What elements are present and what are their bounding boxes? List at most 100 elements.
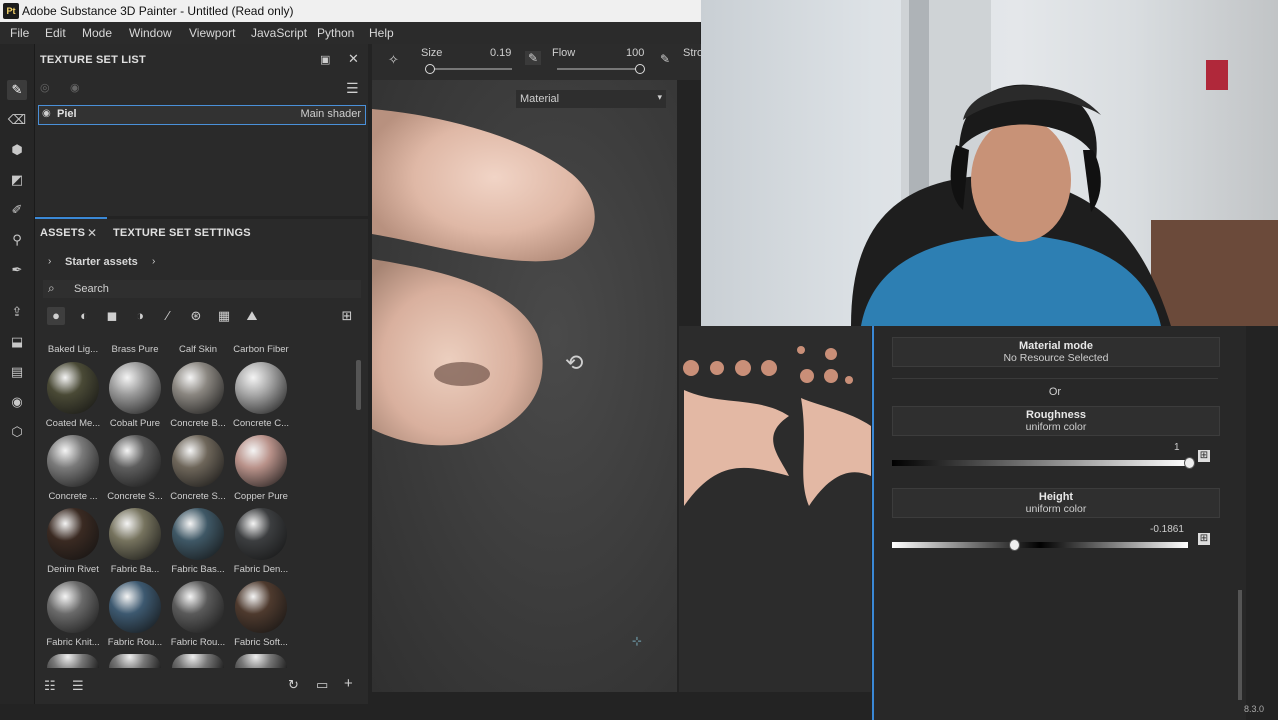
mask-filter-icon[interactable]: ◼	[103, 307, 121, 325]
roughness-sub: uniform color	[1025, 421, 1087, 433]
color-picker-icon[interactable]: ✒	[7, 260, 27, 280]
sort-icon[interactable]: ☰	[72, 678, 84, 694]
camera-settings-icon[interactable]: ◉	[7, 392, 27, 412]
flow-slider[interactable]	[557, 64, 645, 74]
menu-edit[interactable]: Edit	[45, 26, 66, 40]
breadcrumb[interactable]: Starter assets	[65, 256, 138, 268]
asset-item[interactable]: Concrete S...	[167, 435, 227, 507]
asset-item[interactable]: Fabric Knit...	[42, 581, 102, 653]
eye-icon[interactable]: ◉	[42, 108, 51, 119]
asset-item[interactable]: Cobalt Pure	[104, 362, 164, 434]
viewport-3d[interactable]: ⟲ ⊹	[372, 44, 677, 692]
texture-set-row[interactable]: ◉ Piel Main shader	[38, 105, 366, 125]
environment-filter-icon[interactable]: ⛰	[243, 307, 261, 325]
viewport-mode-select[interactable]: Material ▾	[516, 90, 666, 108]
material-filter-icon[interactable]: ●	[47, 307, 65, 325]
roughness-value[interactable]: 1	[1174, 442, 1180, 453]
asset-label[interactable]: Baked Lig...	[42, 344, 104, 355]
refresh-icon[interactable]: ↻	[288, 677, 299, 693]
menu-python[interactable]: Python	[317, 26, 354, 40]
resource-link-icon[interactable]: ⊞	[1198, 533, 1210, 545]
asset-label[interactable]: Brass Pure	[104, 344, 166, 355]
asset-label[interactable]: Calf Skin	[167, 344, 229, 355]
export-icon[interactable]: ⇪	[7, 302, 27, 322]
roughness-slider[interactable]	[892, 457, 1195, 469]
asset-item[interactable]: Copper Pure	[230, 435, 290, 507]
grid-view-icon[interactable]: ⊞	[338, 307, 356, 325]
asset-item[interactable]: Concrete C...	[230, 362, 290, 434]
asset-item[interactable]: Fabric Den...	[230, 508, 290, 580]
asset-item[interactable]: Concrete S...	[104, 435, 164, 507]
asset-item[interactable]: Fabric Soft...	[230, 581, 290, 653]
material-sphere	[235, 435, 287, 487]
paint-brush-icon[interactable]: ✎	[7, 80, 27, 100]
size-slider-thumb[interactable]	[424, 64, 435, 74]
shelf-icon[interactable]: ⬡	[7, 422, 27, 442]
asset-item[interactable]: Denim Rivet	[42, 508, 102, 580]
display-settings-icon[interactable]: ▤	[7, 362, 27, 382]
rotate-gizmo-icon[interactable]: ⟲	[565, 350, 583, 376]
flow-pressure-icon[interactable]: ✎	[660, 52, 670, 66]
close-icon[interactable]: ✕	[348, 51, 359, 67]
pen-pressure-icon[interactable]: ✎	[525, 51, 542, 65]
flow-slider-thumb[interactable]	[635, 64, 645, 74]
material-mode-box[interactable]: Material mode No Resource Selected	[892, 337, 1220, 367]
asset-item[interactable]: Fabric Bas...	[167, 508, 227, 580]
height-value[interactable]: -0.1861	[1150, 524, 1184, 535]
menu-help[interactable]: Help	[369, 26, 394, 40]
eraser-icon[interactable]: ⌫	[7, 110, 27, 130]
asset-item[interactable]: Fabric Ba...	[104, 508, 164, 580]
undock-icon[interactable]: ▣	[320, 53, 330, 66]
projection-icon[interactable]: ⬢	[7, 140, 27, 160]
smart-material-filter-icon[interactable]: ◐	[75, 307, 93, 325]
asset-item[interactable]: Concrete ...	[42, 435, 102, 507]
folder-icon[interactable]: ▭	[316, 677, 328, 693]
menu-mode[interactable]: Mode	[82, 26, 112, 40]
roughness-box[interactable]: Roughness uniform color	[892, 406, 1220, 436]
asset-item[interactable]: Fabric Rou...	[167, 581, 227, 653]
chevron-left-icon[interactable]: ›	[48, 256, 51, 267]
size-slider[interactable]	[424, 64, 512, 74]
height-slider[interactable]	[892, 539, 1188, 551]
texture-set-name: Piel	[57, 108, 77, 120]
tab-assets[interactable]: ASSETS	[40, 227, 85, 239]
asset-label[interactable]: Carbon Fiber	[230, 344, 292, 355]
brush-icon[interactable]: ✧	[388, 52, 399, 68]
or-label: Or	[1048, 386, 1062, 398]
tab-active-indicator	[35, 217, 107, 219]
hamburger-menu-icon[interactable]: ☰	[346, 80, 359, 97]
add-icon[interactable]: +	[344, 675, 353, 692]
asset-item[interactable]: Fabric Rou...	[104, 581, 164, 653]
texture-filter-icon[interactable]: ▦	[215, 307, 233, 325]
tab-close-icon[interactable]: ✕	[87, 226, 97, 240]
viewport-2d[interactable]	[679, 326, 871, 692]
roughness-slider-thumb[interactable]	[1184, 457, 1195, 469]
smudge-icon[interactable]: ✐	[7, 200, 27, 220]
asset-item[interactable]: Coated Me...	[42, 362, 102, 434]
size-value[interactable]: 0.19	[490, 47, 511, 59]
asset-item[interactable]: Concrete B...	[167, 362, 227, 434]
smart-mask-filter-icon[interactable]: ◑	[131, 307, 149, 325]
brush-filter-icon[interactable]: ⁄	[159, 307, 177, 325]
geometry-mask-icon[interactable]: ◩	[7, 170, 27, 190]
clone-stamp-icon[interactable]: ⚲	[7, 230, 27, 250]
menu-file[interactable]: File	[10, 26, 29, 40]
chevron-right-icon[interactable]: ›	[152, 256, 155, 267]
search-input[interactable]: ⌕ Search	[43, 280, 361, 298]
tab-texture-set-settings[interactable]: TEXTURE SET SETTINGS	[113, 227, 251, 239]
flow-value[interactable]: 100	[626, 47, 644, 59]
menu-viewport[interactable]: Viewport	[189, 26, 235, 40]
filter-list-icon[interactable]: ☷	[44, 678, 56, 694]
height-slider-thumb[interactable]	[1009, 539, 1021, 551]
height-box[interactable]: Height uniform color	[892, 488, 1220, 518]
properties-scrollbar[interactable]	[1238, 590, 1242, 700]
resource-link-icon[interactable]: ⊞	[1198, 450, 1210, 462]
assets-scrollbar[interactable]	[356, 360, 361, 410]
bake-icon[interactable]: ⬓	[7, 332, 27, 352]
menu-window[interactable]: Window	[129, 26, 172, 40]
particle-filter-icon[interactable]: ⊛	[187, 307, 205, 325]
visibility-icon[interactable]: ◉	[70, 81, 80, 94]
visibility-off-icon[interactable]: ◎	[40, 81, 50, 94]
texture-set-shader[interactable]: Main shader	[300, 108, 361, 120]
menu-javascript[interactable]: JavaScript	[251, 26, 307, 40]
